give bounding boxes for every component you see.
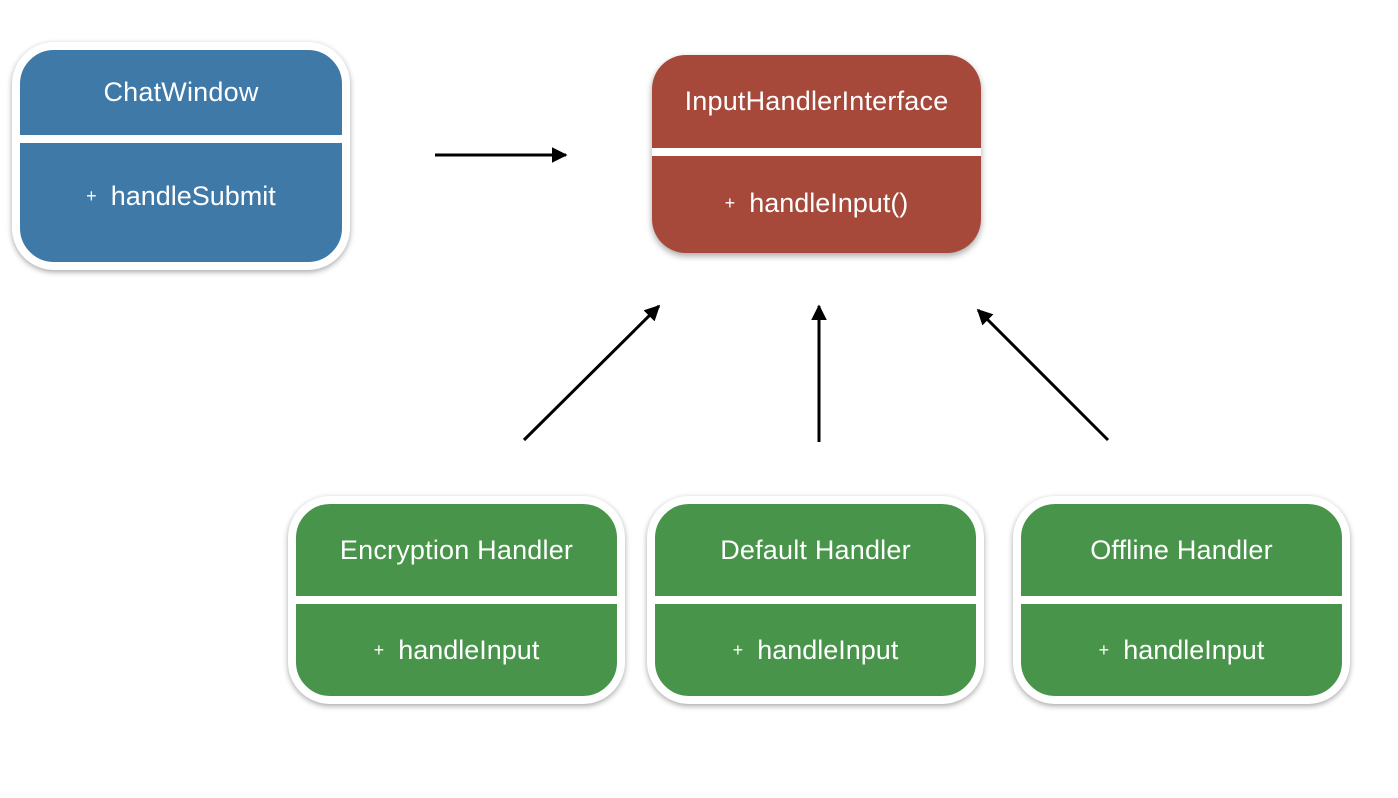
arrow-encryption-to-interface (522, 304, 661, 442)
class-offline-handler[interactable]: Offline Handler + handleInput (1013, 496, 1350, 704)
interface-title: InputHandlerInterface (684, 86, 949, 116)
class-divider (1021, 596, 1342, 604)
public-visibility-icon: + (86, 186, 97, 206)
arrow-offline-to-interface (976, 308, 1110, 442)
interface-inputhandler[interactable]: InputHandlerInterface + handleInput() (652, 55, 981, 253)
class-member: handleInput (757, 634, 899, 665)
interface-member: handleInput() (749, 188, 909, 218)
public-visibility-icon: + (724, 193, 736, 213)
class-title: Default Handler (720, 534, 911, 565)
class-member: handleInput (398, 634, 540, 665)
class-member: handleInput (1123, 634, 1265, 665)
class-divider (296, 596, 617, 604)
class-title: Encryption Handler (339, 534, 574, 565)
class-chatwindow[interactable]: ChatWindow + handleSubmit (12, 42, 350, 270)
class-title: Offline Handler (1090, 534, 1273, 565)
public-visibility-icon: + (373, 639, 385, 660)
class-divider (655, 596, 976, 604)
class-member: handleSubmit (110, 181, 276, 211)
interface-divider (652, 148, 981, 156)
public-visibility-icon: + (1098, 639, 1110, 660)
class-divider (20, 135, 342, 143)
class-title: ChatWindow (103, 77, 259, 107)
class-default-handler[interactable]: Default Handler + handleInput (647, 496, 984, 704)
class-encryption-handler[interactable]: Encryption Handler + handleInput (288, 496, 625, 704)
public-visibility-icon: + (732, 639, 744, 660)
